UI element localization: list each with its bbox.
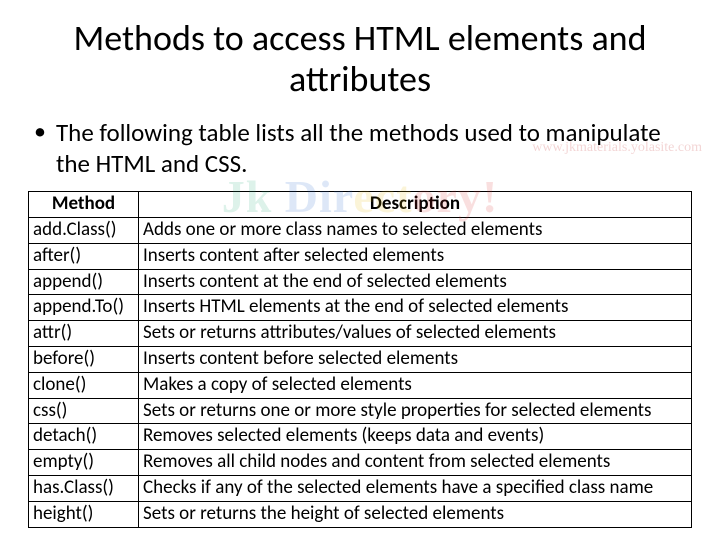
cell-method: attr() <box>29 321 139 347</box>
cell-description: Checks if any of the selected elements h… <box>139 476 692 502</box>
table-row: css()Sets or returns one or more style p… <box>29 398 692 424</box>
cell-method: append.To() <box>29 295 139 321</box>
cell-description: Sets or returns the height of selected e… <box>139 501 692 527</box>
table-row: detach()Removes selected elements (keeps… <box>29 424 692 450</box>
cell-method: detach() <box>29 424 139 450</box>
table-row: add.Class()Adds one or more class names … <box>29 218 692 244</box>
cell-description: Inserts content after selected elements <box>139 243 692 269</box>
cell-method: empty() <box>29 450 139 476</box>
cell-description: Inserts content before selected elements <box>139 347 692 373</box>
page-title: Methods to access HTML elements and attr… <box>28 18 692 101</box>
cell-method: add.Class() <box>29 218 139 244</box>
cell-method: after() <box>29 243 139 269</box>
table-row: empty()Removes all child nodes and conte… <box>29 450 692 476</box>
cell-method: clone() <box>29 372 139 398</box>
table-row: attr()Sets or returns attributes/values … <box>29 321 692 347</box>
cell-description: Removes all child nodes and content from… <box>139 450 692 476</box>
header-method: Method <box>29 192 139 218</box>
table-row: before()Inserts content before selected … <box>29 347 692 373</box>
methods-table: Method Description add.Class()Adds one o… <box>28 191 692 527</box>
table-row: clone()Makes a copy of selected elements <box>29 372 692 398</box>
cell-description: Sets or returns attributes/values of sel… <box>139 321 692 347</box>
cell-description: Adds one or more class names to selected… <box>139 218 692 244</box>
table-row: has.Class()Checks if any of the selected… <box>29 476 692 502</box>
table-header-row: Method Description <box>29 192 692 218</box>
table-row: append.To()Inserts HTML elements at the … <box>29 295 692 321</box>
cell-method: before() <box>29 347 139 373</box>
cell-description: Inserts HTML elements at the end of sele… <box>139 295 692 321</box>
cell-description: Makes a copy of selected elements <box>139 372 692 398</box>
cell-method: css() <box>29 398 139 424</box>
table-row: after()Inserts content after selected el… <box>29 243 692 269</box>
intro-bullet: The following table lists all the method… <box>28 117 692 180</box>
cell-description: Sets or returns one or more style proper… <box>139 398 692 424</box>
cell-description: Inserts content at the end of selected e… <box>139 269 692 295</box>
table-row: append()Inserts content at the end of se… <box>29 269 692 295</box>
cell-method: append() <box>29 269 139 295</box>
cell-method: height() <box>29 501 139 527</box>
header-description: Description <box>139 192 692 218</box>
cell-description: Removes selected elements (keeps data an… <box>139 424 692 450</box>
table-row: height()Sets or returns the height of se… <box>29 501 692 527</box>
cell-method: has.Class() <box>29 476 139 502</box>
